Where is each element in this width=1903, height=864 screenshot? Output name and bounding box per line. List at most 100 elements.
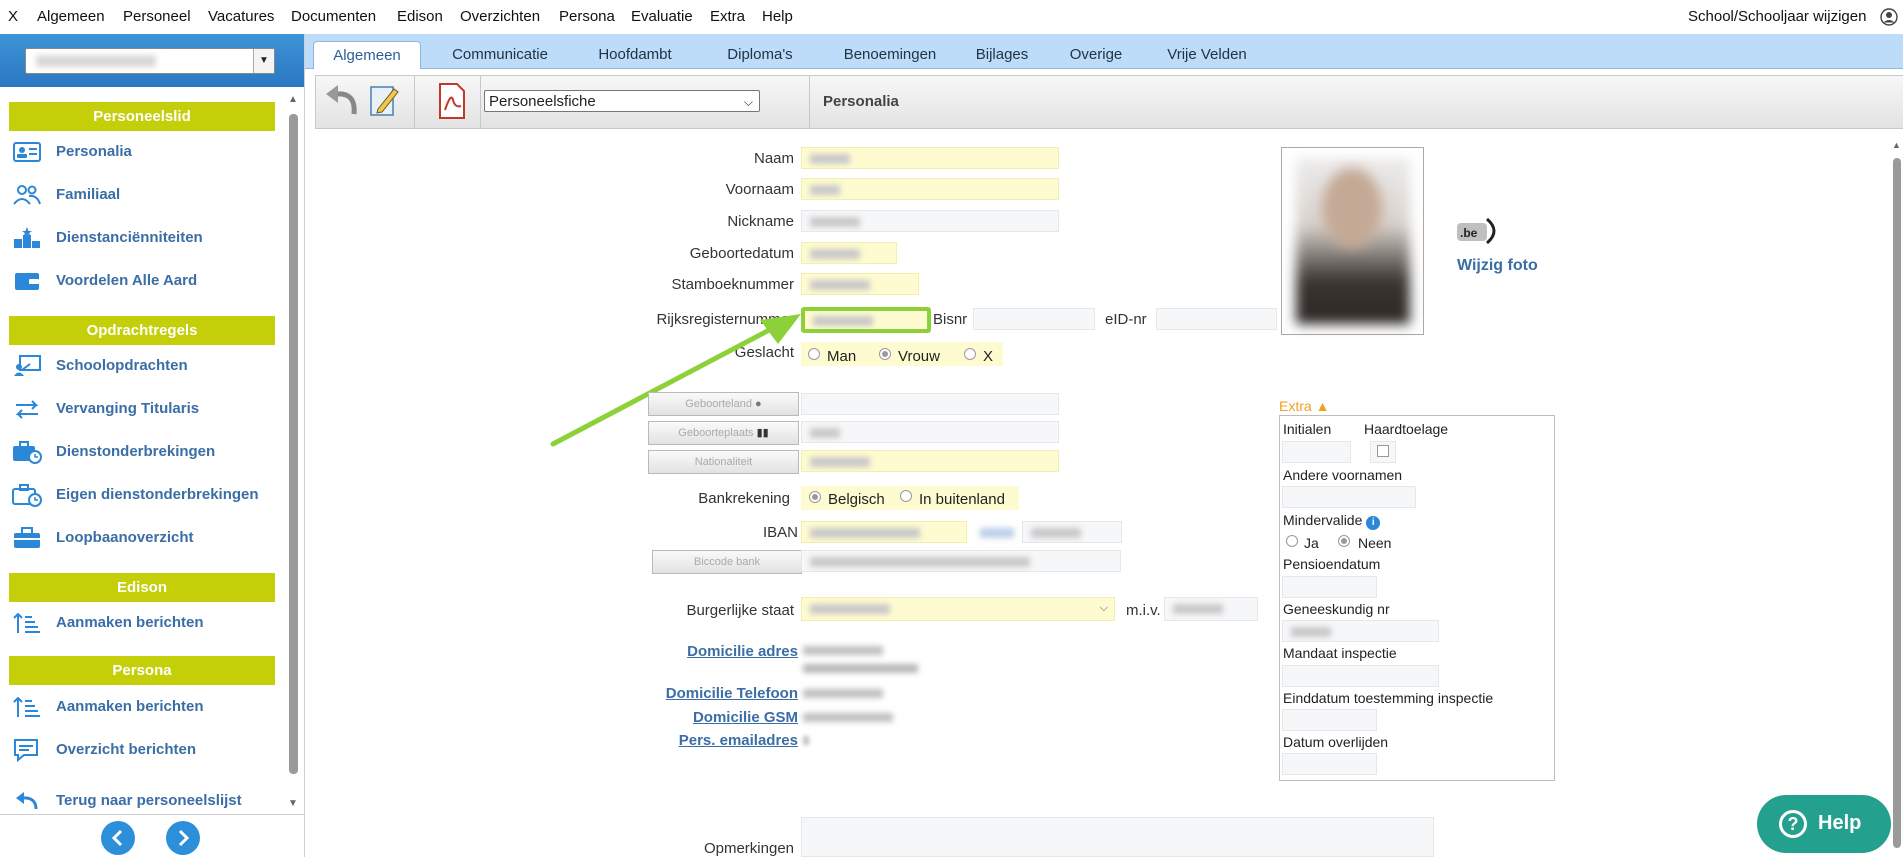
- school-year-switch[interactable]: School/Schooljaar wijzigen: [1688, 8, 1866, 25]
- mindervalide-ja-radio[interactable]: [1286, 535, 1298, 547]
- geboorteplaats-button[interactable]: Geboorteplaats ▮▮: [648, 421, 799, 445]
- sidebar-item-personalia[interactable]: Personalia: [12, 137, 277, 167]
- geboorteland-field[interactable]: [801, 393, 1059, 415]
- menu-documenten[interactable]: Documenten: [291, 8, 376, 25]
- label-iban: IBAN: [762, 524, 798, 541]
- tab-algemeen[interactable]: Algemeen: [313, 41, 421, 69]
- nickname-field[interactable]: [801, 210, 1059, 232]
- gender-x-radio[interactable]: [964, 348, 976, 360]
- sidebar-item-loopbaanoverzicht[interactable]: Loopbaanoverzicht: [12, 523, 277, 553]
- edit-icon[interactable]: [368, 83, 400, 119]
- miv-field[interactable]: [1164, 597, 1258, 621]
- pensioendatum-field[interactable]: [1282, 576, 1377, 598]
- sidebar-item-persona-aanmaken[interactable]: Aanmaken berichten: [12, 692, 277, 722]
- geboorteland-button[interactable]: Geboorteland ●: [648, 392, 799, 416]
- geboorteplaats-field[interactable]: [801, 421, 1059, 443]
- bisnr-field[interactable]: [973, 308, 1095, 330]
- scroll-up-icon[interactable]: ▲: [288, 94, 298, 105]
- sidebar-item-vervanging[interactable]: Vervanging Titularis: [12, 394, 277, 424]
- users-icon: [12, 183, 42, 207]
- sidebar-item-dienstonderbrekingen[interactable]: Dienstonderbrekingen: [12, 437, 277, 467]
- biccode-button[interactable]: Biccode bank: [652, 550, 802, 574]
- tab-diplomas[interactable]: Diploma's: [700, 41, 820, 68]
- overlijden-field[interactable]: [1282, 753, 1377, 775]
- bank-belgisch-radio[interactable]: [809, 491, 821, 503]
- gender-vrouw-label: Vrouw: [898, 348, 940, 365]
- rijksregisternummer-field[interactable]: [801, 307, 931, 333]
- tab-hoofdambt[interactable]: Hoofdambt: [575, 41, 695, 68]
- user-icon[interactable]: [1880, 8, 1898, 26]
- sidebar-item-edison-aanmaken[interactable]: Aanmaken berichten: [12, 608, 277, 638]
- geneeskundig-field[interactable]: [1282, 620, 1439, 642]
- pers-email-link[interactable]: Pers. emailadres: [640, 732, 798, 749]
- mandaat-field[interactable]: [1282, 665, 1439, 687]
- gender-man-radio[interactable]: [808, 348, 820, 360]
- einddatum-field[interactable]: [1282, 709, 1377, 731]
- help-button[interactable]: ? Help: [1757, 795, 1891, 853]
- menu-evaluatie[interactable]: Evaluatie: [631, 8, 693, 25]
- blurred-value: [1173, 604, 1223, 614]
- wallet-icon: [12, 269, 42, 293]
- document-select[interactable]: Personeelsfiche ⌵: [484, 90, 760, 112]
- tab-vrije-velden[interactable]: Vrije Velden: [1145, 41, 1269, 68]
- menu-persona[interactable]: Persona: [559, 8, 615, 25]
- nationaliteit-button[interactable]: Nationaliteit: [648, 450, 799, 474]
- main-scrollbar[interactable]: ▲: [1890, 140, 1903, 857]
- tab-benoemingen[interactable]: Benoemingen: [820, 41, 960, 68]
- geboortedatum-field[interactable]: [801, 242, 897, 264]
- domicilie-telefoon-link[interactable]: Domicilie Telefoon: [640, 685, 798, 702]
- nationaliteit-field[interactable]: [801, 450, 1059, 472]
- scroll-up-icon[interactable]: ▲: [1892, 140, 1901, 150]
- stamboeknummer-field[interactable]: [801, 273, 919, 295]
- undo-icon[interactable]: [322, 82, 362, 120]
- sidebar-item-overzicht-berichten[interactable]: Overzicht berichten: [12, 735, 277, 765]
- initialen-field[interactable]: [1282, 441, 1351, 463]
- domicilie-gsm-link[interactable]: Domicilie GSM: [640, 709, 798, 726]
- iban-field[interactable]: [801, 521, 967, 543]
- biccode-field[interactable]: [801, 550, 1121, 572]
- menu-personeel[interactable]: Personeel: [123, 8, 191, 25]
- voornaam-field[interactable]: [801, 178, 1059, 200]
- info-icon[interactable]: i: [1366, 516, 1381, 530]
- menu-overzichten[interactable]: Overzichten: [460, 8, 540, 25]
- scroll-thumb[interactable]: [1893, 158, 1901, 848]
- naam-field[interactable]: [801, 147, 1059, 169]
- sidebar-item-familiaal[interactable]: Familiaal: [12, 180, 277, 210]
- sidebar-item-voordelen[interactable]: Voordelen Alle Aard: [12, 266, 277, 296]
- tab-overige[interactable]: Overige: [1049, 41, 1143, 68]
- pdf-icon[interactable]: [437, 82, 467, 120]
- menu-help[interactable]: Help: [762, 8, 793, 25]
- chevron-down-icon[interactable]: ▼: [253, 49, 274, 73]
- tab-communicatie[interactable]: Communicatie: [435, 41, 565, 68]
- iban-date-field[interactable]: [1022, 521, 1122, 543]
- back-to-list-link[interactable]: Terug naar personeelslijst: [12, 786, 277, 816]
- haardtoelage-checkbox[interactable]: [1377, 445, 1389, 457]
- sidebar-item-dienstancienniteiten[interactable]: Dienstanciënniteiten: [12, 223, 277, 253]
- staff-select[interactable]: ▼: [25, 48, 275, 74]
- menu-extra[interactable]: Extra: [710, 8, 745, 25]
- label-bisnr: Bisnr: [933, 311, 968, 328]
- domicilie-adres-link[interactable]: Domicilie adres: [640, 643, 798, 660]
- close-button[interactable]: X: [8, 8, 18, 25]
- menu-algemeen[interactable]: Algemeen: [37, 8, 105, 25]
- andere-voornamen-field[interactable]: [1282, 486, 1416, 508]
- wijzig-foto-link[interactable]: Wijzig foto: [1457, 257, 1538, 275]
- prev-button[interactable]: [101, 821, 135, 855]
- section-personeelslid: Personeelslid: [9, 102, 275, 131]
- gender-vrouw-radio[interactable]: [879, 348, 891, 360]
- menu-vacatures[interactable]: Vacatures: [208, 8, 274, 25]
- sidebar-item-schoolopdrachten[interactable]: Schoolopdrachten: [12, 351, 277, 381]
- beid-icon[interactable]: .be: [1457, 216, 1503, 246]
- scroll-down-icon[interactable]: ▼: [288, 798, 298, 809]
- next-button[interactable]: [166, 821, 200, 855]
- mindervalide-neen-radio[interactable]: [1338, 535, 1350, 547]
- scroll-thumb[interactable]: [289, 114, 298, 774]
- bank-buitenland-radio[interactable]: [900, 490, 912, 502]
- opmerkingen-field[interactable]: [801, 817, 1434, 857]
- eid-field[interactable]: [1156, 308, 1277, 330]
- tab-bijlages[interactable]: Bijlages: [957, 41, 1047, 68]
- sidebar-item-eigen-dienstonderbrekingen[interactable]: Eigen dienstonderbrekingen: [12, 480, 277, 510]
- burgerlijke-staat-select[interactable]: ⌵: [801, 597, 1115, 621]
- sidebar-scrollbar[interactable]: ▲ ▼: [287, 94, 299, 814]
- menu-edison[interactable]: Edison: [397, 8, 443, 25]
